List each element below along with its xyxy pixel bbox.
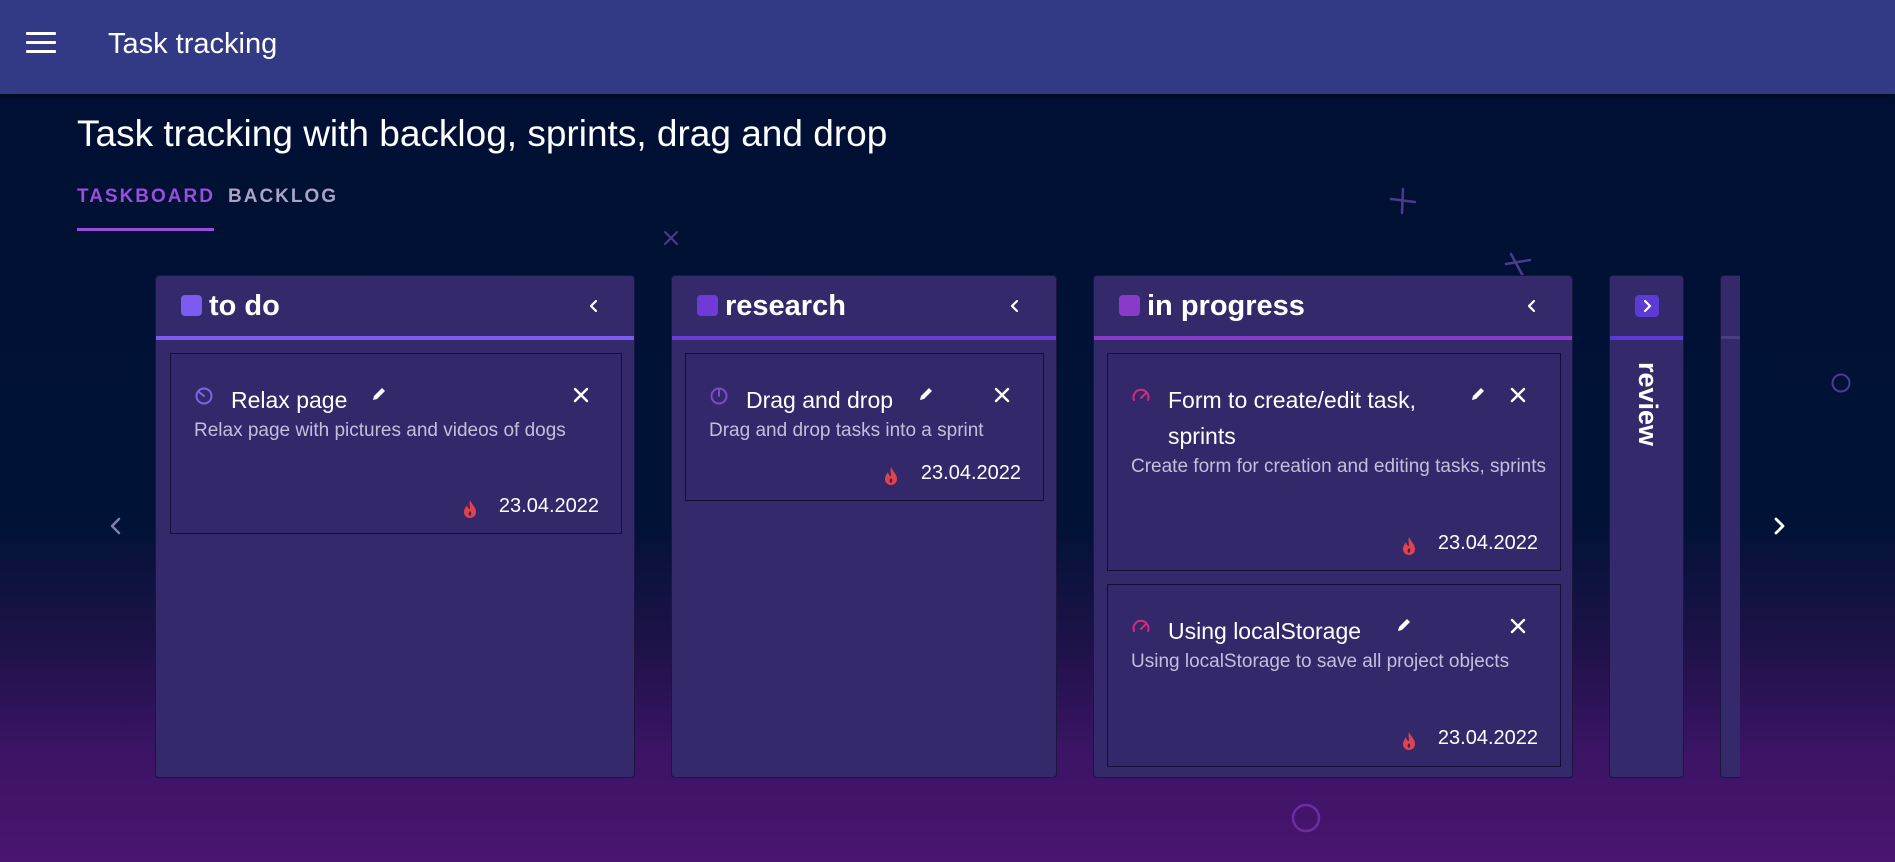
task-title: Form to create/edit task, sprints	[1168, 387, 1416, 449]
edit-pencil-icon[interactable]	[918, 386, 934, 402]
fire-icon	[464, 500, 476, 518]
task-card[interactable]: Using localStorage Using localStorage to…	[1107, 584, 1561, 767]
fire-icon	[1403, 732, 1415, 750]
tab-taskboard[interactable]: TASKBOARD	[77, 186, 215, 208]
task-card[interactable]: Drag and drop Drag and drop tasks into a…	[685, 353, 1044, 501]
task-title: Using localStorage	[1168, 618, 1362, 644]
decoration-cross-icon	[664, 231, 678, 245]
task-description: Create form for creation and editing tas…	[1131, 456, 1547, 477]
close-icon[interactable]	[1508, 616, 1528, 636]
expand-chevron-icon[interactable]	[1635, 295, 1659, 317]
active-tab-indicator	[77, 228, 214, 231]
fire-icon	[1403, 537, 1415, 555]
column-to-do: to do Relax page Relax page with picture…	[155, 275, 635, 778]
column-research: research Drag and drop Drag and drop tas…	[671, 275, 1057, 778]
decoration-cross-icon	[1389, 187, 1417, 215]
task-title: Drag and drop	[746, 387, 894, 413]
close-icon[interactable]	[1508, 385, 1528, 405]
column-title: research	[725, 290, 846, 322]
task-title: Relax page	[231, 387, 348, 413]
column-underline	[156, 336, 634, 340]
page-title: Task tracking with backlog, sprints, dra…	[77, 113, 888, 154]
scroll-right-icon[interactable]	[1767, 514, 1791, 538]
fire-icon	[885, 467, 897, 485]
decoration-circle-icon	[1831, 373, 1851, 393]
task-card[interactable]: Form to create/edit task, sprints Create…	[1107, 353, 1561, 571]
due-date: 23.04.2022	[920, 462, 1021, 484]
column-title: review	[1633, 362, 1663, 447]
close-icon[interactable]	[571, 385, 591, 405]
app-bar: Task tracking	[0, 0, 1895, 94]
task-description: Drag and drop tasks into a sprint	[709, 420, 984, 441]
column-header[interactable]: in progress	[1094, 276, 1572, 336]
column-header[interactable]: to do	[156, 276, 634, 336]
priority-gauge-icon	[195, 387, 213, 405]
column-partial	[1720, 275, 1740, 778]
priority-gauge-icon	[1132, 619, 1150, 632]
priority-gauge-icon	[710, 387, 728, 405]
task-card[interactable]: Relax page Relax page with pictures and …	[170, 353, 622, 534]
collapse-chevron-icon[interactable]	[1522, 296, 1542, 316]
column-in-progress: in progress Form to create/edit task, sp…	[1093, 275, 1573, 778]
menu-icon[interactable]	[26, 32, 56, 58]
collapse-chevron-icon[interactable]	[584, 296, 604, 316]
close-icon[interactable]	[992, 385, 1012, 405]
column-header[interactable]: research	[672, 276, 1056, 336]
decoration-circle-icon	[1291, 803, 1321, 833]
column-underline	[672, 336, 1056, 340]
column-title: to do	[209, 290, 280, 322]
scroll-left-icon[interactable]	[104, 514, 128, 538]
column-title: in progress	[1147, 290, 1305, 322]
task-description: Using localStorage to save all project o…	[1131, 651, 1510, 672]
tab-backlog[interactable]: BACKLOG	[228, 186, 338, 208]
due-date: 23.04.2022	[1437, 727, 1538, 749]
column-color-swatch	[1119, 295, 1140, 316]
priority-gauge-icon	[1132, 388, 1150, 401]
app-title: Task tracking	[108, 28, 278, 60]
edit-pencil-icon[interactable]	[1470, 386, 1486, 402]
due-date: 23.04.2022	[1437, 532, 1538, 554]
column-color-swatch	[181, 295, 202, 316]
edit-pencil-icon[interactable]	[1396, 617, 1412, 633]
due-date: 23.04.2022	[498, 495, 599, 517]
column-underline	[1094, 336, 1572, 340]
column-color-swatch	[697, 295, 718, 316]
edit-pencil-icon[interactable]	[371, 386, 387, 402]
column-review-collapsed[interactable]: review	[1609, 275, 1684, 778]
task-description: Relax page with pictures and videos of d…	[194, 420, 566, 441]
collapse-chevron-icon[interactable]	[1005, 296, 1025, 316]
column-underline	[1610, 336, 1683, 340]
